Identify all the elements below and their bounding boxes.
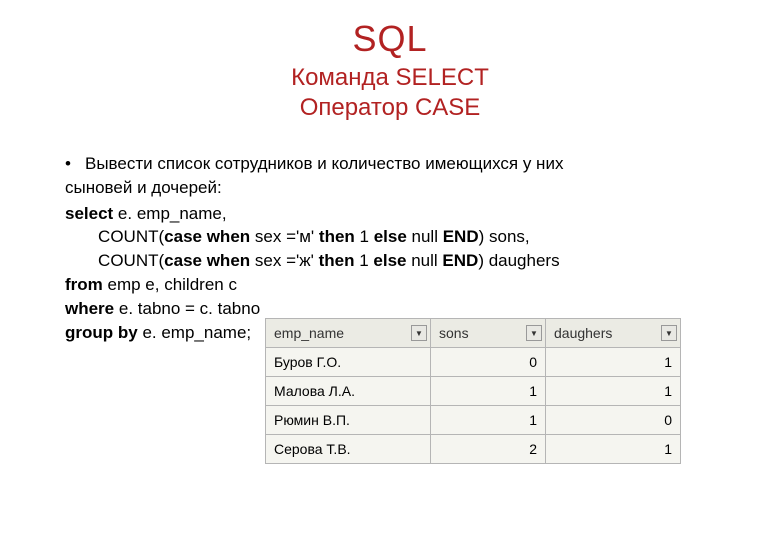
sql-count2-post: ) daughers xyxy=(478,251,559,270)
sql-count1-mid: sex ='м' xyxy=(250,227,319,246)
col-header-emp-label: emp_name xyxy=(274,325,344,341)
sql-from-rest: emp e, children c xyxy=(103,275,237,294)
kw-from: from xyxy=(65,275,103,294)
kw-case1: case when xyxy=(164,227,250,246)
kw-then1: then xyxy=(319,227,355,246)
result-table: emp_name ▼ sons ▼ daughers ▼ Буров Г.О. … xyxy=(265,318,681,464)
task-paragraph: •Вывести список сотрудников и количество… xyxy=(65,152,720,176)
sql-count2-mid: sex ='ж' xyxy=(250,251,318,270)
kw-case2: case when xyxy=(164,251,250,270)
kw-then2: then xyxy=(319,251,355,270)
col-header-emp[interactable]: emp_name ▼ xyxy=(266,319,431,348)
sql-count2-pre: COUNT( xyxy=(65,251,164,270)
sql-groupby-rest: e. emp_name; xyxy=(138,323,251,342)
sql-from-line: from emp e, children c xyxy=(65,273,720,297)
cell-daughers: 1 xyxy=(546,377,681,406)
dropdown-icon[interactable]: ▼ xyxy=(411,325,427,341)
sql-count-daughers: COUNT(case when sex ='ж' then 1 else nul… xyxy=(65,249,720,273)
col-header-daughers[interactable]: daughers ▼ xyxy=(546,319,681,348)
sql-count1-mid3: null xyxy=(407,227,443,246)
kw-end2: END xyxy=(442,251,478,270)
page-title: SQL xyxy=(0,18,780,60)
sql-count-sons: COUNT(case when sex ='м' then 1 else nul… xyxy=(65,225,720,249)
table-row: Малова Л.А. 1 1 xyxy=(266,377,681,406)
table-row: Буров Г.О. 0 1 xyxy=(266,348,681,377)
subtitle-command: Команда SELECT xyxy=(0,64,780,92)
kw-select: select xyxy=(65,204,113,223)
sql-count2-mid2: 1 xyxy=(354,251,373,270)
table-row: Рюмин В.П. 1 0 xyxy=(266,406,681,435)
cell-sons: 1 xyxy=(431,406,546,435)
result-table-container: emp_name ▼ sons ▼ daughers ▼ Буров Г.О. … xyxy=(265,318,681,464)
sql-count2-mid3: null xyxy=(406,251,442,270)
bullet-icon: • xyxy=(65,152,85,176)
col-header-daughers-label: daughers xyxy=(554,325,612,341)
cell-emp: Буров Г.О. xyxy=(266,348,431,377)
cell-daughers: 1 xyxy=(546,348,681,377)
table-header-row: emp_name ▼ sons ▼ daughers ▼ xyxy=(266,319,681,348)
sql-count1-mid2: 1 xyxy=(355,227,374,246)
cell-daughers: 1 xyxy=(546,435,681,464)
title-block: SQL Команда SELECT Оператор CASE xyxy=(0,0,780,122)
sql-select-rest: e. emp_name, xyxy=(113,204,226,223)
col-header-sons[interactable]: sons ▼ xyxy=(431,319,546,348)
cell-emp: Серова Т.В. xyxy=(266,435,431,464)
task-text-line2: сыновей и дочерей: xyxy=(65,176,720,200)
cell-sons: 2 xyxy=(431,435,546,464)
task-text-line1: Вывести список сотрудников и количество … xyxy=(85,154,563,173)
sql-count1-pre: COUNT( xyxy=(65,227,164,246)
col-header-sons-label: sons xyxy=(439,325,469,341)
cell-daughers: 0 xyxy=(546,406,681,435)
table-row: Серова Т.В. 2 1 xyxy=(266,435,681,464)
sql-select-line: select e. emp_name, xyxy=(65,202,720,226)
dropdown-icon[interactable]: ▼ xyxy=(661,325,677,341)
kw-else2: else xyxy=(373,251,406,270)
cell-emp: Рюмин В.П. xyxy=(266,406,431,435)
subtitle-operator: Оператор CASE xyxy=(0,94,780,122)
dropdown-icon[interactable]: ▼ xyxy=(526,325,542,341)
kw-end1: END xyxy=(443,227,479,246)
content-block: •Вывести список сотрудников и количество… xyxy=(0,122,780,344)
sql-where-rest: e. tabno = c. tabno xyxy=(114,299,260,318)
sql-count1-post: ) sons, xyxy=(479,227,530,246)
kw-groupby: group by xyxy=(65,323,138,342)
kw-where: where xyxy=(65,299,114,318)
cell-sons: 0 xyxy=(431,348,546,377)
cell-sons: 1 xyxy=(431,377,546,406)
kw-else1: else xyxy=(374,227,407,246)
sql-where-line: where e. tabno = c. tabno xyxy=(65,297,720,321)
cell-emp: Малова Л.А. xyxy=(266,377,431,406)
